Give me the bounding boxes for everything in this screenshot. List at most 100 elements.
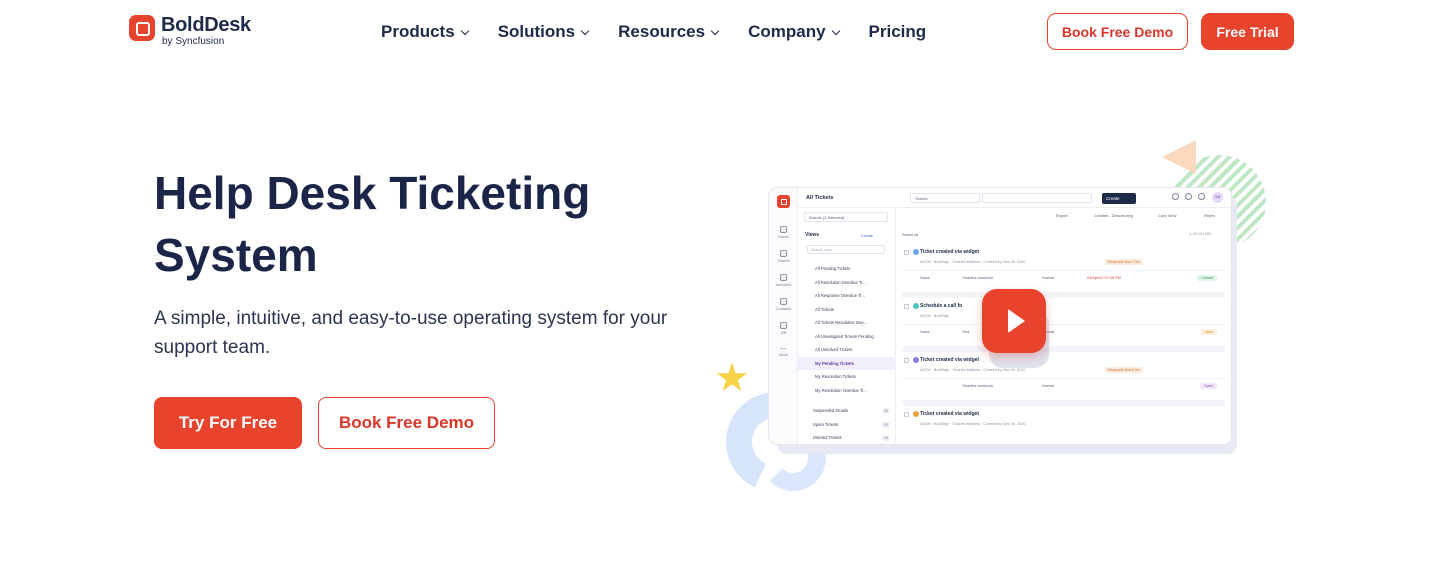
announcement-icon bbox=[1185, 193, 1192, 200]
rail-kb: KB bbox=[769, 322, 798, 335]
app-views-sidebar: Brands (3 Selected) Views Create Search … bbox=[798, 208, 896, 444]
ticket-group: Sales bbox=[920, 330, 930, 334]
suspended-emails-label: Suspended Emails bbox=[813, 408, 848, 413]
ticket-agent: Yolanthe Ivanbook bbox=[962, 384, 994, 388]
ticket-status: New bbox=[1201, 329, 1217, 335]
ticket-meta: #3209 · BoldSign bbox=[920, 314, 950, 318]
checkbox bbox=[904, 412, 909, 417]
app-topbar: All Tickets Tickets Create AM bbox=[798, 188, 1231, 208]
ticket-card: Ticket created via widget #3209 · BoldSi… bbox=[902, 246, 1225, 298]
app-title: All Tickets bbox=[806, 195, 834, 201]
chevron-down-icon bbox=[710, 26, 720, 35]
rail-home: Home bbox=[769, 226, 798, 239]
ticket-avatar bbox=[913, 411, 919, 417]
views-heading: Views bbox=[805, 232, 820, 238]
views-create-link: Create bbox=[861, 233, 874, 238]
ticket-agent: Yola bbox=[962, 330, 970, 334]
deleted-tickets-count: 12 bbox=[882, 435, 890, 441]
nav-solutions[interactable]: Solutions bbox=[498, 22, 590, 42]
views-search: Search view bbox=[807, 245, 885, 254]
app-view-select: Tickets bbox=[910, 193, 980, 203]
app-create-button: Create bbox=[1102, 193, 1136, 204]
ticket-sla-badge: Response Due 7 hrs bbox=[1105, 259, 1143, 265]
checkbox bbox=[904, 304, 909, 309]
app-top-icons bbox=[1172, 193, 1211, 200]
view-item: All Tickets bbox=[815, 306, 834, 312]
rail-activities: Activities bbox=[769, 274, 798, 287]
checkbox bbox=[904, 358, 909, 363]
ticket-title: Ticket created via widget bbox=[920, 249, 980, 255]
app-rail: Home Tickets Activities Contacts KB More bbox=[769, 188, 798, 444]
suspended-emails-row: Suspended Emails 32 bbox=[798, 404, 896, 418]
view-item-active: My Pending Tickets bbox=[798, 356, 896, 370]
ticket-priority: Normal bbox=[1042, 384, 1055, 388]
export-action: Export bbox=[1056, 213, 1068, 218]
triangle-decoration bbox=[1162, 140, 1196, 174]
ticket-meta: #3209 · BoldSign · Charles Mathew · Crea… bbox=[920, 422, 1026, 426]
ticket-list-area: Export Created - Descending Card View Fi… bbox=[896, 208, 1231, 444]
nav-resources-label: Resources bbox=[618, 22, 706, 41]
view-item: All Unassigned Tickets Pending bbox=[815, 333, 874, 339]
bolddesk-logo-icon bbox=[129, 15, 155, 41]
rail-activities-label: Activities bbox=[775, 282, 792, 287]
ticket-sla-badge: Response Due 6 hrs bbox=[1105, 367, 1143, 373]
book-icon bbox=[780, 322, 787, 329]
book-free-demo-button[interactable]: Book Free Demo bbox=[318, 397, 495, 449]
sort-action: Created - Descending bbox=[1094, 213, 1133, 218]
rail-tickets-label: Tickets bbox=[777, 258, 790, 263]
ticket-title: Ticket created via widget bbox=[920, 411, 980, 417]
view-item: All Pending Tickets bbox=[815, 266, 851, 271]
view-item: All Resolution Overdue Ti... bbox=[815, 279, 866, 285]
view-item: All Tickets Resolution Due... bbox=[815, 320, 868, 325]
view-item: All Unsolved Tickets bbox=[815, 347, 853, 352]
play-video-button[interactable] bbox=[982, 289, 1046, 353]
header-free-trial-button[interactable]: Free Trial bbox=[1201, 13, 1294, 50]
app-logo-icon bbox=[777, 195, 790, 208]
nav-pricing[interactable]: Pricing bbox=[869, 22, 927, 42]
view-item: All Response Overdue Ti... bbox=[815, 293, 865, 298]
ticket-priority: Normal bbox=[1042, 276, 1055, 280]
nav-resources[interactable]: Resources bbox=[618, 22, 720, 42]
header-book-demo-button[interactable]: Book Free Demo bbox=[1047, 13, 1188, 50]
nav-company[interactable]: Company bbox=[748, 22, 840, 42]
bookmark-icon bbox=[1198, 193, 1205, 200]
ticket-title: Schedule a call fo bbox=[920, 303, 963, 309]
ticket-status: Closed bbox=[1197, 275, 1217, 281]
try-for-free-button[interactable]: Try For Free bbox=[154, 397, 302, 449]
nav-products[interactable]: Products bbox=[381, 22, 469, 42]
spam-tickets-count: 21 bbox=[882, 421, 890, 428]
view-item: My Resolution Overdue Ti... bbox=[815, 387, 867, 393]
ticket-card: Ticket created via widget #3209 · BoldSi… bbox=[902, 408, 1225, 444]
ticket-icon bbox=[780, 250, 787, 257]
ticket-due: 03/Apr/22 07:45 PM bbox=[1087, 276, 1121, 280]
nav-pricing-label: Pricing bbox=[868, 22, 927, 41]
rail-kb-label: KB bbox=[780, 330, 787, 335]
ticket-avatar bbox=[913, 303, 919, 309]
ticket-footer: Yolanthe Ivanbook Normal Open bbox=[902, 378, 1225, 394]
rail-home-label: Home bbox=[778, 234, 789, 239]
spam-tickets-label: Spam Tickets bbox=[813, 421, 839, 427]
logo-sub: by Syncfusion bbox=[162, 36, 225, 47]
suspended-emails-count: 32 bbox=[882, 408, 890, 414]
chevron-down-icon bbox=[831, 26, 840, 35]
app-search bbox=[982, 193, 1092, 203]
ticket-group: Sales bbox=[920, 276, 930, 280]
rail-tickets: Tickets bbox=[769, 250, 798, 263]
ticket-footer: Sales Yolanthe Ivanbook Normal 03/Apr/22… bbox=[902, 270, 1225, 286]
chevron-down-icon bbox=[580, 26, 590, 35]
help-icon bbox=[1172, 193, 1179, 200]
ticket-title: Ticket created via widget bbox=[920, 357, 980, 363]
select-all: Select all bbox=[902, 232, 919, 237]
views-bottom: Suspended Emails 32 Spam Tickets 21 Delete… bbox=[798, 404, 896, 444]
more-icon bbox=[780, 348, 787, 351]
rail-more-label: More bbox=[778, 352, 789, 357]
ticket-status: Open bbox=[1199, 383, 1217, 389]
bolddesk-logo[interactable]: BoldDesk by Syncfusion bbox=[129, 15, 251, 47]
spam-tickets-row: Spam Tickets 21 bbox=[798, 418, 896, 432]
ticket-meta: #3209 · BoldSign · Charles Mathew · Crea… bbox=[920, 368, 1026, 372]
ticket-agent: Yolanthe Ivanbook bbox=[962, 276, 994, 280]
nav-company-label: Company bbox=[748, 22, 826, 41]
logo-name: BoldDesk bbox=[161, 14, 251, 36]
hero-subtitle: A simple, intuitive, and easy-to-use ope… bbox=[154, 308, 668, 358]
checkbox bbox=[904, 250, 909, 255]
